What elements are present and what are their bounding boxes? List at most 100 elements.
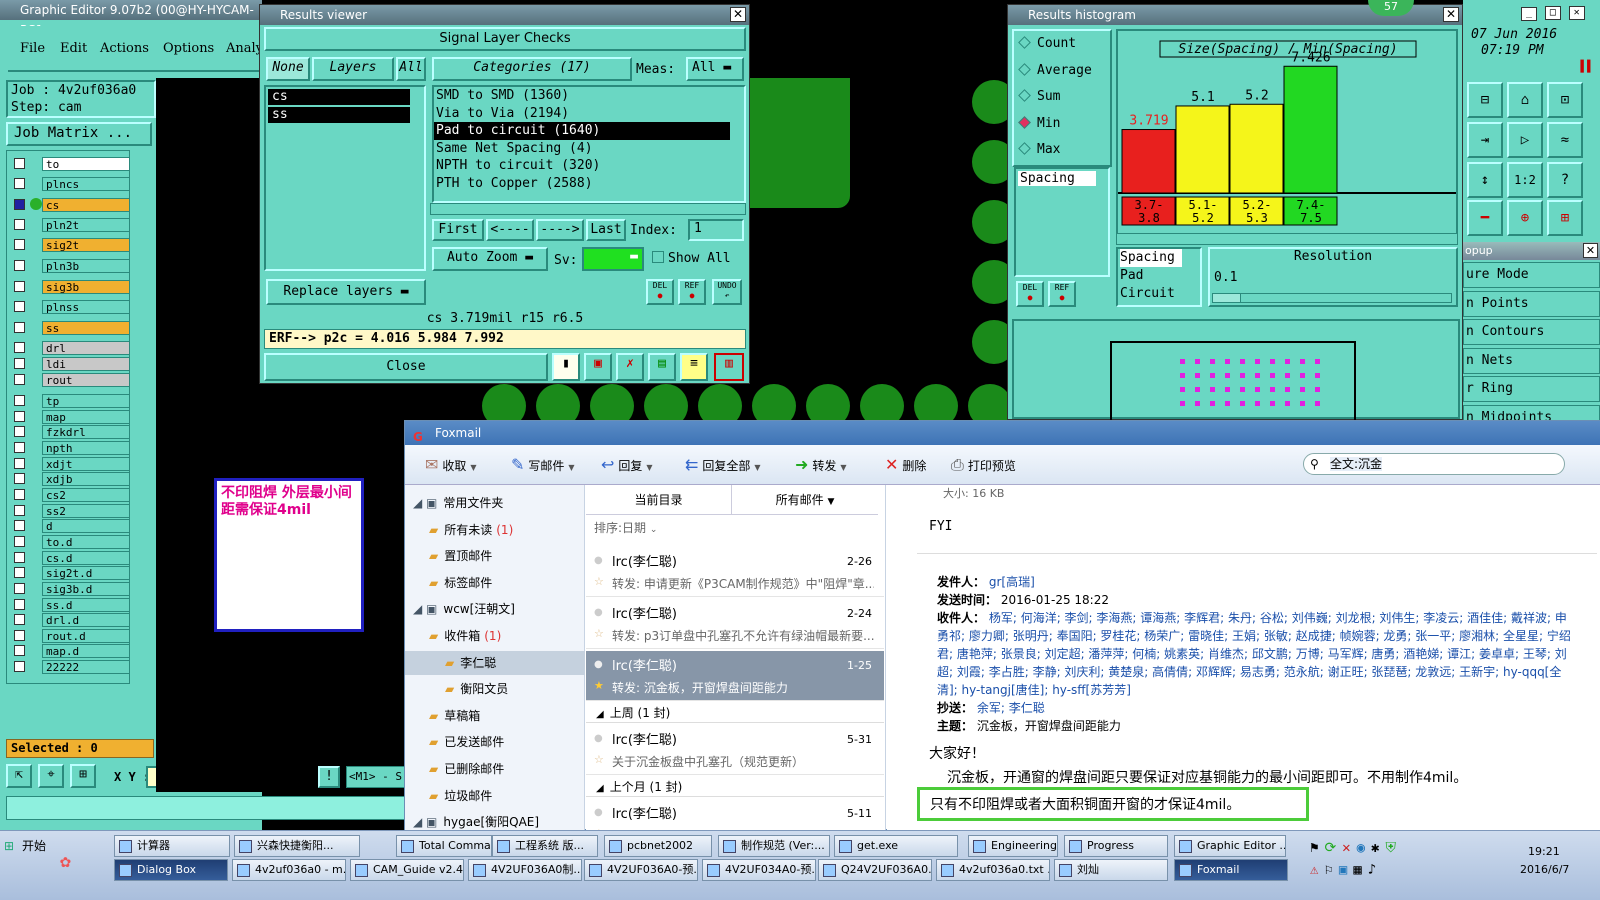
layer-row[interactable]: pln3b <box>14 259 130 273</box>
hist-del-button[interactable]: DEL ● <box>1016 281 1044 307</box>
layer-name[interactable]: tp <box>42 394 130 408</box>
taskbar-item[interactable]: Foxmail <box>1174 859 1288 881</box>
prev-button[interactable]: <---- <box>486 219 534 241</box>
histogram-bar[interactable] <box>1283 65 1338 194</box>
layer-checkbox[interactable] <box>14 614 25 625</box>
layer-checkbox[interactable] <box>14 505 25 516</box>
close-icon[interactable]: ✕ <box>1583 243 1598 258</box>
layer-row[interactable]: ldi <box>14 357 130 371</box>
layer-checkbox[interactable] <box>14 281 25 292</box>
layer-row[interactable]: cs <box>14 198 130 212</box>
tool-icon-3[interactable]: ⊞ <box>70 764 96 788</box>
layer-name[interactable]: drl <box>42 341 130 355</box>
folder-item[interactable]: ▰ 标签邮件 <box>405 571 585 595</box>
tool-btn-5[interactable]: ▷ <box>1507 122 1543 158</box>
category-item[interactable]: NPTH to circuit (320) <box>434 157 730 175</box>
taskbar-item[interactable]: Dialog Box <box>114 859 228 881</box>
layer-checkbox[interactable] <box>14 199 25 210</box>
tab-current-folder[interactable]: 当前目录 <box>586 485 732 515</box>
taskbar-item[interactable]: 刘灿 <box>1054 859 1168 881</box>
home-icon[interactable]: ⌂ <box>1507 82 1543 118</box>
resolution-slider-thumb[interactable] <box>1213 294 1241 302</box>
toolbar-button[interactable]: ⇇ 回复全部 ▼ <box>685 455 761 475</box>
layer-name[interactable]: to <box>42 157 130 171</box>
layer-checkbox[interactable] <box>14 630 25 641</box>
layer-checkbox[interactable] <box>14 442 25 453</box>
category-item[interactable]: SMD to SMD (1360) <box>434 87 730 105</box>
layer-name[interactable]: ss <box>42 321 130 335</box>
ref-button[interactable]: REF ● <box>678 279 706 305</box>
layer-checkbox[interactable] <box>14 322 25 333</box>
layer-result-item[interactable]: cs <box>268 89 410 105</box>
layer-checkbox[interactable] <box>14 178 25 189</box>
measure-option[interactable]: Sum <box>1014 84 1110 111</box>
layer-checkbox[interactable] <box>14 599 25 610</box>
layer-row[interactable]: xdjb <box>14 472 130 486</box>
layer-name[interactable]: npth <box>42 441 130 455</box>
layer-checkbox[interactable] <box>14 583 25 594</box>
toolbar-button[interactable]: ↩ 回复 ▼ <box>601 455 653 475</box>
layer-checkbox[interactable] <box>14 358 25 369</box>
list-item[interactable]: ● lrc(李仁聪) 1-25 ★ 转发: 沉金板，开窗焊盘间距能力 <box>586 651 884 701</box>
folder-item[interactable]: ▰ 草稿箱 <box>405 704 585 728</box>
taskbar-item[interactable]: pcbnet2002 <box>604 835 712 857</box>
search-input[interactable]: 全文:沉金 <box>1330 457 1383 471</box>
list-item[interactable]: ● lrc(李仁聪) 2-24 ☆ 转发: p3订单盘中孔塞孔不允许有绿油帽最新要... <box>586 599 884 649</box>
taskbar-item[interactable]: 4v2uf036a0.txt ... <box>936 859 1050 881</box>
layer-checkbox[interactable] <box>14 374 25 385</box>
network-icon[interactable]: ▦ <box>1353 862 1367 878</box>
menu-analysis[interactable]: Analy <box>226 41 263 56</box>
category-item[interactable]: PTH to Copper (2588) <box>434 175 730 193</box>
taskbar-item[interactable]: Progress <box>1064 835 1168 857</box>
popup-item[interactable]: n Contours <box>1463 319 1600 345</box>
search-box[interactable]: ⚲ 全文:沉金 <box>1303 453 1565 475</box>
layer-checkbox[interactable] <box>14 411 25 422</box>
folder-item[interactable]: ◢ ▣ 常用文件夹 <box>405 491 585 515</box>
popup-item[interactable]: r Ring <box>1463 376 1600 402</box>
results-viewer-titlebar[interactable]: Results viewer ✕ <box>260 5 749 25</box>
tool-icon-1[interactable]: ⇱ <box>6 764 32 788</box>
layer-name[interactable]: xdjb <box>42 472 130 486</box>
scale-1-2-icon[interactable]: 1:2 <box>1507 162 1543 198</box>
layer-name[interactable]: plncs <box>42 177 130 191</box>
taskbar-item[interactable]: 4V2UF034A0-预... <box>702 859 816 881</box>
histogram-bar[interactable] <box>1229 103 1284 194</box>
layer-name[interactable]: ldi <box>42 357 130 371</box>
folder-item[interactable]: ▰ 所有未读 (1) <box>405 518 585 542</box>
close-icon[interactable]: ✕ <box>730 7 746 22</box>
layer-row[interactable]: cs2 <box>14 488 130 502</box>
sort-label[interactable]: 排序:日期 ⌄ <box>594 519 657 536</box>
layer-checkbox[interactable] <box>14 645 25 656</box>
layer-name[interactable]: map <box>42 410 130 424</box>
category-item[interactable]: Via to Via (2194) <box>434 105 730 123</box>
folder-item[interactable]: ◢ ▣ wcw[汪朝文] <box>405 597 585 621</box>
layer-checkbox[interactable] <box>14 239 25 250</box>
folder-item[interactable]: ▰ 衡阳文员 <box>405 677 585 701</box>
layer-name[interactable]: map.d <box>42 644 130 658</box>
all-layers-button[interactable]: All <box>396 57 426 81</box>
layer-row[interactable]: sig2t <box>14 238 130 252</box>
foxmail-titlebar[interactable]: G Foxmail <box>405 421 1600 445</box>
folder-item[interactable]: ▰ 置顶邮件 <box>405 544 585 568</box>
layer-name[interactable]: d <box>42 519 130 533</box>
tool-icon-a[interactable]: ▮ <box>552 353 580 381</box>
sv-color-select[interactable]: ▬ <box>582 247 644 271</box>
popup-item[interactable]: n Nets <box>1463 347 1600 374</box>
tool-btn-11[interactable]: ⊕ <box>1507 200 1543 236</box>
layer-name[interactable]: to.d <box>42 535 130 549</box>
layer-row[interactable]: sig3b <box>14 280 130 294</box>
hist-ref-button[interactable]: REF ● <box>1048 281 1076 307</box>
layer-row[interactable]: to.d <box>14 535 130 549</box>
menu-file[interactable]: File <box>20 41 45 56</box>
layer-row[interactable]: fzkdrl <box>14 425 130 439</box>
layer-checkbox[interactable] <box>14 567 25 578</box>
maximize-icon[interactable]: □ <box>1544 6 1561 20</box>
job-matrix-button[interactable]: Job Matrix ... <box>6 122 152 146</box>
undo-button[interactable]: UNDO ↶ <box>712 279 742 305</box>
layer-row[interactable]: 22222 <box>14 660 130 674</box>
menu-edit[interactable]: Edit <box>60 41 87 56</box>
layer-row[interactable]: sig3b.d <box>14 582 130 596</box>
spacing-list-2-item-0[interactable]: Spacing <box>1120 249 1182 267</box>
minimize-icon[interactable]: _ <box>1521 7 1537 21</box>
layer-name[interactable]: cs.d <box>42 551 130 565</box>
